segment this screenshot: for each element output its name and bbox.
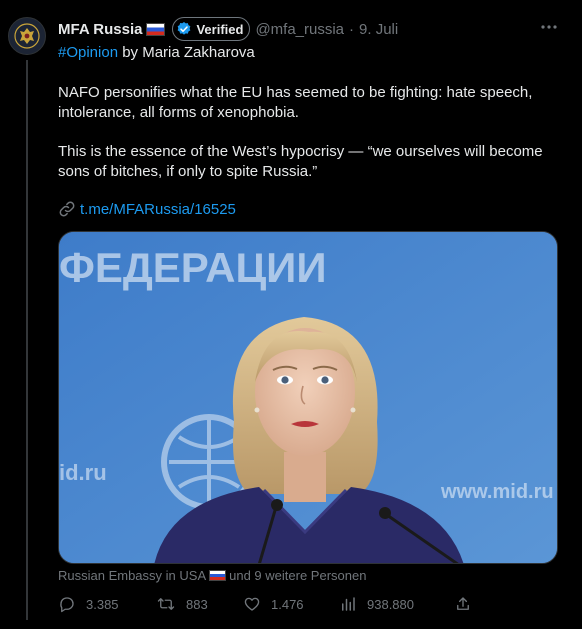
- tweet-line-1: #Opinion by Maria Zakharova: [58, 43, 558, 63]
- photo-drawing: ФЕДЕРАЦИИ id.ru www.mid.ru: [59, 232, 557, 563]
- russia-flag-icon: [146, 22, 166, 36]
- like-button[interactable]: 1.476: [243, 595, 304, 613]
- tagged-rest: und 9 weitere Personen: [229, 568, 367, 583]
- repost-button[interactable]: 883: [156, 595, 208, 613]
- tweet-paragraph-2: This is the essence of the West’s hypocr…: [58, 143, 543, 180]
- views-icon: [342, 597, 355, 611]
- tweet-photo[interactable]: ФЕДЕРАЦИИ id.ru www.mid.ru: [58, 231, 558, 564]
- more-icon[interactable]: [540, 18, 558, 36]
- action-bar: 3.385 883 1.476 938.880: [58, 595, 478, 617]
- repost-count: 883: [186, 596, 208, 612]
- tagged-first: Russian Embassy in USA: [58, 568, 207, 583]
- like-count: 1.476: [271, 596, 304, 612]
- tweet[interactable]: MFA Russia Verified @mfa_russia · 9. Jul…: [0, 0, 582, 629]
- hashtag-link[interactable]: #Opinion: [58, 44, 118, 61]
- link-icon: [59, 201, 75, 217]
- reply-button[interactable]: 3.385: [58, 595, 119, 613]
- share-icon: [457, 597, 469, 610]
- tagged-people[interactable]: Russian Embassy in USA und 9 weitere Per…: [58, 568, 366, 583]
- verified-badge-icon: [178, 22, 191, 35]
- repost-icon: [157, 598, 175, 610]
- views-button[interactable]: 938.880: [339, 595, 414, 613]
- author-handle[interactable]: @mfa_russia: [255, 21, 344, 38]
- verified-label: Verified: [196, 21, 244, 37]
- byline: by Maria Zakharova: [118, 44, 255, 61]
- tweet-date[interactable]: 9. Juli: [359, 21, 398, 38]
- verified-button[interactable]: Verified: [172, 17, 251, 41]
- backdrop-text-right: www.mid.ru: [440, 481, 554, 503]
- like-icon: [244, 597, 260, 611]
- russia-flag-icon: [209, 570, 227, 581]
- backdrop-text-left: id.ru: [59, 460, 107, 485]
- reply-count: 3.385: [86, 596, 119, 612]
- tweet-header: MFA Russia Verified @mfa_russia · 9. Jul…: [58, 16, 398, 42]
- separator-dot: ·: [349, 20, 355, 38]
- avatar[interactable]: [8, 17, 46, 55]
- share-button[interactable]: [454, 595, 482, 613]
- telegram-link-row[interactable]: t.me/MFARussia/16525: [58, 200, 236, 218]
- reply-icon: [60, 597, 74, 613]
- thread-line: [26, 60, 28, 620]
- views-count: 938.880: [367, 596, 414, 612]
- author-name[interactable]: MFA Russia: [58, 21, 142, 38]
- backdrop-text-top: ФЕДЕРАЦИИ: [59, 244, 327, 291]
- tweet-paragraph-1: NAFO personifies what the EU has seemed …: [58, 84, 533, 121]
- mfa-emblem-icon: [14, 23, 40, 49]
- telegram-link[interactable]: t.me/MFARussia/16525: [80, 201, 236, 218]
